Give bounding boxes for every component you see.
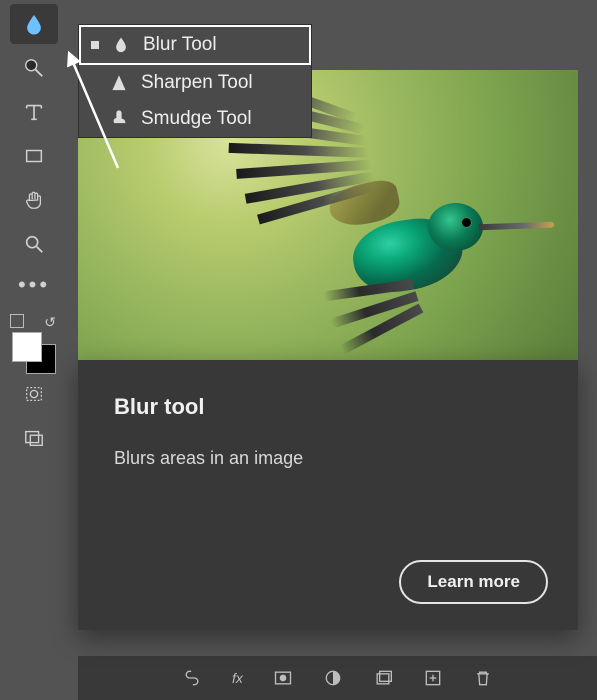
flyout-item-label: Blur Tool bbox=[143, 34, 217, 56]
flyout-item-smudge[interactable]: Smudge Tool bbox=[79, 101, 311, 137]
tool-flyout-menu: Blur Tool Sharpen Tool Smudge Tool bbox=[78, 24, 312, 138]
drop-icon bbox=[111, 35, 131, 55]
zoom-icon bbox=[23, 233, 45, 255]
screenmode-icon bbox=[23, 427, 45, 449]
layers-panel-footer: fx bbox=[78, 656, 597, 700]
triangle-icon bbox=[109, 73, 129, 93]
tool-blur[interactable] bbox=[10, 4, 58, 44]
default-colors-icon[interactable] bbox=[10, 314, 24, 328]
color-swatches[interactable]: ↺ bbox=[10, 314, 58, 368]
new-layer-icon[interactable] bbox=[423, 668, 443, 688]
tooltip-title: Blur tool bbox=[114, 394, 578, 420]
rectangle-icon bbox=[23, 145, 45, 167]
trash-icon[interactable] bbox=[473, 668, 493, 688]
type-icon bbox=[23, 101, 45, 123]
tool-hand[interactable] bbox=[10, 180, 58, 220]
learn-more-button[interactable]: Learn more bbox=[399, 560, 548, 604]
hand-icon bbox=[23, 189, 45, 211]
flyout-item-label: Smudge Tool bbox=[141, 108, 252, 130]
swap-colors-icon[interactable]: ↺ bbox=[44, 314, 56, 331]
tool-tooltip-card: Blur tool Blurs areas in an image Learn … bbox=[78, 360, 578, 630]
group-icon[interactable] bbox=[373, 668, 393, 688]
mask-icon[interactable] bbox=[273, 668, 293, 688]
tool-type[interactable] bbox=[10, 92, 58, 132]
tool-screenmode[interactable] bbox=[10, 418, 58, 458]
tool-overflow[interactable]: ••• bbox=[0, 266, 68, 304]
flyout-item-sharpen[interactable]: Sharpen Tool bbox=[79, 65, 311, 101]
tools-panel: ••• ↺ bbox=[0, 0, 68, 700]
flyout-item-label: Sharpen Tool bbox=[141, 72, 253, 94]
tool-zoom[interactable] bbox=[10, 224, 58, 264]
lollipop-icon bbox=[23, 57, 45, 79]
fx-button[interactable]: fx bbox=[232, 670, 243, 686]
quickmask-icon bbox=[23, 383, 45, 405]
selected-marker bbox=[91, 41, 99, 49]
link-icon[interactable] bbox=[182, 668, 202, 688]
tooltip-description: Blurs areas in an image bbox=[114, 448, 578, 469]
tool-rectangle[interactable] bbox=[10, 136, 58, 176]
flyout-item-blur[interactable]: Blur Tool bbox=[79, 25, 311, 65]
drop-icon bbox=[23, 13, 45, 35]
tool-quickmask[interactable] bbox=[10, 374, 58, 414]
adjustment-icon[interactable] bbox=[323, 668, 343, 688]
tool-dodge[interactable] bbox=[10, 48, 58, 88]
finger-icon bbox=[109, 109, 129, 129]
foreground-swatch[interactable] bbox=[12, 332, 42, 362]
